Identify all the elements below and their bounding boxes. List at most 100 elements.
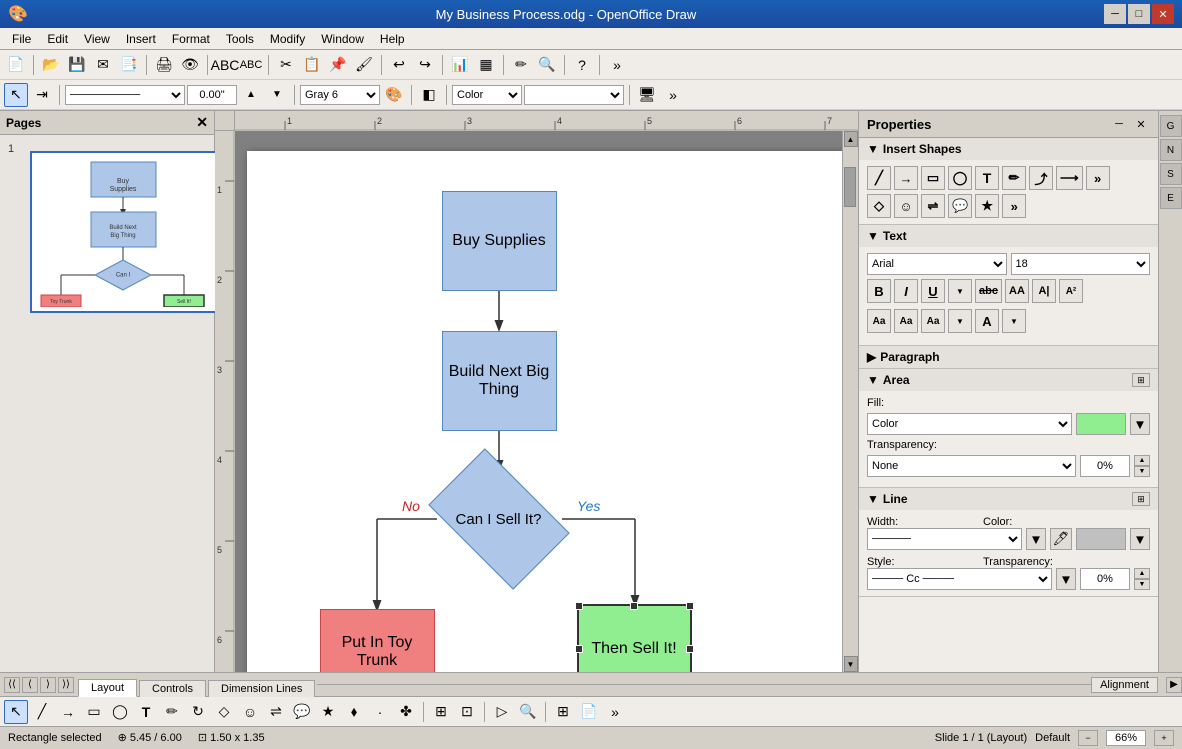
font-color-button[interactable]: A [975,309,999,333]
fill-color-swatch[interactable] [1076,413,1126,435]
zoom-increase-button[interactable]: + [1154,730,1174,746]
line-options-button[interactable]: ⊞ [1132,492,1150,506]
glue-tool[interactable]: ✤ [394,700,418,724]
flow-tool[interactable]: ⇌ [921,194,945,218]
basic-shapes-tool[interactable]: ◇ [212,700,236,724]
save-button[interactable]: 💾 [65,53,89,77]
underline-button[interactable]: U [921,279,945,303]
text-tool-bottom[interactable]: T [134,700,158,724]
toggle-grid[interactable]: ⊞ [429,700,453,724]
bold-button[interactable]: B [867,279,891,303]
line-tool-bottom[interactable]: ╱ [30,700,54,724]
point-tool[interactable]: · [368,700,392,724]
open-button[interactable]: 📂 [39,53,63,77]
area-header[interactable]: ▼ Area ⊞ [859,369,1158,391]
more-bottom[interactable]: » [603,700,627,724]
menu-window[interactable]: Window [313,30,372,48]
line-style-select[interactable]: ──── Cc ──── [867,568,1052,590]
sentence-case-button[interactable]: Aa [894,309,918,333]
menu-view[interactable]: View [76,30,118,48]
arrow2-tool[interactable]: ⟶ [1056,166,1083,190]
menu-modify[interactable]: Modify [262,30,313,48]
drawing-button[interactable]: ✏ [509,53,533,77]
vertical-scrollbar[interactable]: ▲ ▼ [842,131,858,672]
line-color-dropdown[interactable]: ▼ [1130,528,1150,550]
transparency-up-button[interactable]: ▲ [1134,455,1150,466]
line-transparency-down[interactable]: ▼ [1134,579,1150,590]
select-tool[interactable]: ↖ [4,700,28,724]
autocorrect-button[interactable]: ABC [239,53,263,77]
zoom-decrease-button[interactable]: − [1078,730,1098,746]
callout-tool[interactable]: 💬 [290,700,314,724]
line-tool[interactable]: ╱ [867,166,891,190]
paragraph-header[interactable]: ▶ Paragraph [859,346,1158,368]
area-options-button[interactable]: ⊞ [1132,373,1150,387]
text-tool[interactable]: T [975,166,999,190]
more-button[interactable]: » [605,53,629,77]
fill-type-select[interactable]: Color [867,413,1072,435]
superscript-button[interactable]: A² [1059,279,1083,303]
undo-button[interactable]: ↩ [387,53,411,77]
line-width-down[interactable]: ▼ [265,83,289,107]
symbol-shapes-tool[interactable]: ☺ [238,700,262,724]
menu-help[interactable]: Help [372,30,413,48]
line-width-input[interactable] [187,85,237,105]
color-select[interactable]: Gray 6 [300,85,380,105]
italic-button[interactable]: I [894,279,918,303]
select-mode-button[interactable]: ↖ [4,83,28,107]
scroll-right-button[interactable]: ▶ [1166,677,1182,693]
line-color-swatch[interactable] [1076,528,1126,550]
font-size-select[interactable]: 18 [1011,253,1151,275]
line-style-select[interactable]: ───────── [65,85,185,105]
scroll-thumb[interactable] [844,167,856,207]
shadow-button[interactable]: ◧ [417,83,441,107]
table-button[interactable]: ▦ [474,53,498,77]
arrow-tool[interactable]: → [894,166,918,190]
tab-prev-button[interactable]: ⟨ [22,677,38,693]
page-view[interactable]: 📄 [577,700,601,724]
char-highlight-button[interactable]: Aa [921,309,945,333]
rect-tool-bottom[interactable]: ▭ [82,700,106,724]
rotate-tool[interactable]: ↻ [186,700,210,724]
char-spacing-button[interactable]: A| [1032,279,1056,303]
styles-icon[interactable]: S [1160,163,1182,185]
tab-order-button[interactable]: ⇥ [30,83,54,107]
redo-button[interactable]: ↪ [413,53,437,77]
tab-first-button[interactable]: ⟨⟨ [4,677,20,693]
menu-tools[interactable]: Tools [218,30,262,48]
zoom-input[interactable] [1106,730,1146,746]
more-tool[interactable]: » [1002,194,1026,218]
pdf-button[interactable]: 📑 [117,53,141,77]
properties-close-button[interactable]: ✕ [1132,115,1150,133]
line-transparency-input[interactable] [1080,568,1130,590]
connector-tool[interactable]: ⤴ [1029,166,1053,190]
insert-shapes-header[interactable]: ▼ Insert Shapes [859,138,1158,160]
spell-button[interactable]: ABC [213,53,237,77]
line-header[interactable]: ▼ Line ⊞ [859,488,1158,510]
paste-button[interactable]: 📌 [326,53,350,77]
line-color-picker[interactable]: 🖊 [1050,528,1072,550]
print-preview-button[interactable]: 👁 [178,53,202,77]
toy-trunk-shape[interactable]: Put In Toy Trunk [320,609,435,672]
build-shape[interactable]: Build Next Big Thing [442,331,557,431]
speech-tool[interactable]: 💬 [948,194,972,218]
email-button[interactable]: ✉ [91,53,115,77]
uppercase-button[interactable]: AA [1005,279,1029,303]
transparency-value-input[interactable] [1080,455,1130,477]
properties-collapse-button[interactable]: ─ [1110,115,1128,133]
minimize-button[interactable]: ─ [1104,4,1126,24]
color-picker-button[interactable]: 🎨 [382,83,406,107]
transparency-type-select[interactable]: None [867,455,1076,477]
fill-color-dropdown[interactable]: ▼ [1130,413,1150,435]
char-highlight-dropdown[interactable]: ▼ [948,309,972,333]
ellipse-tool-bottom[interactable]: ◯ [108,700,132,724]
navigator-icon[interactable]: N [1160,139,1182,161]
effects-icon[interactable]: E [1160,187,1182,209]
menu-edit[interactable]: Edit [39,30,76,48]
ellipse-tool[interactable]: ◯ [948,166,972,190]
tab-dimension-lines[interactable]: Dimension Lines [208,680,315,697]
tab-controls[interactable]: Controls [139,680,206,697]
presentation-mode[interactable]: ▷ [490,700,514,724]
scroll-down-button[interactable]: ▼ [844,656,858,672]
stars-tool[interactable]: ★ [316,700,340,724]
